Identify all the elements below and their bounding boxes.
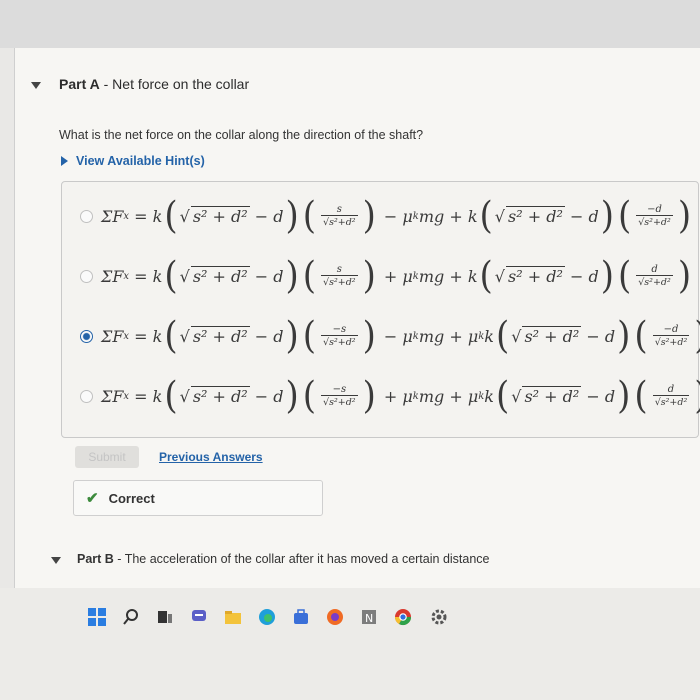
part-b-label: Part B (77, 552, 114, 566)
view-hints-link[interactable]: View Available Hint(s) (61, 154, 205, 168)
search-icon[interactable] (120, 606, 142, 628)
firefox-icon[interactable] (324, 606, 346, 628)
feedback-status: Correct (108, 490, 155, 506)
part-b-title: The acceleration of the collar after it … (124, 552, 490, 566)
option-3[interactable]: ΣF x = k (√ s² + d² − d) (−s √s²+d²) − μ k mg… (80, 310, 700, 362)
option-2[interactable]: ΣF x = k (√ s² + d² − d) (s √s²+d²) + μ k mg … (80, 250, 692, 302)
answer-options: ΣF x = k (√ s² + d² − d) (s √s²+d²) − μ k mg … (61, 181, 700, 438)
chrome-icon[interactable] (392, 606, 414, 628)
option-1[interactable]: ΣF x = k (√ s² + d² − d) (s √s²+d²) − μ k mg … (80, 190, 692, 242)
part-a-header[interactable]: Part A - Net force on the collar (59, 76, 249, 92)
option-1-formula: ΣF x = k (√ s² + d² − d) (s √s²+d²) − μ k mg … (101, 194, 692, 238)
hint-label: View Available Hint(s) (76, 154, 205, 168)
notepad-icon[interactable]: N (358, 606, 380, 628)
option-2-formula: ΣF x = k (√ s² + d² − d) (s √s²+d²) + μ k mg … (101, 254, 692, 298)
option-1-radio[interactable] (80, 209, 93, 223)
checkmark-icon: ✔ (86, 490, 99, 507)
settings-icon[interactable] (428, 606, 450, 628)
part-a-label: Part A (59, 76, 100, 92)
taskbar: N (0, 588, 700, 700)
question-text: What is the net force on the collar alon… (59, 128, 424, 142)
collapse-part-a-icon[interactable] (31, 82, 41, 89)
feedback-box: ✔ Correct (73, 480, 323, 516)
submit-button[interactable]: Submit (75, 446, 139, 468)
window-top-strip (0, 0, 700, 48)
edge-icon[interactable] (256, 606, 278, 628)
option-4-formula: ΣF x = k (√ s² + d² − d) (−s √s²+d²) + μ k mg… (101, 374, 700, 418)
option-4[interactable]: ΣF x = k (√ s² + d² − d) (−s √s²+d²) + μ k mg… (80, 370, 700, 422)
store-icon[interactable] (290, 606, 312, 628)
option-4-radio[interactable] (80, 389, 93, 403)
content-panel: Part A - Net force on the collar What is… (14, 48, 700, 588)
expand-hint-icon (61, 156, 68, 166)
answer-actions: Submit Previous Answers (75, 446, 263, 468)
windows-start-icon[interactable] (86, 606, 108, 628)
file-explorer-icon[interactable] (222, 606, 244, 628)
chat-icon[interactable] (188, 606, 210, 628)
part-a-title: Net force on the collar (112, 76, 250, 92)
collapse-part-b-icon[interactable] (51, 557, 61, 564)
option-2-radio[interactable] (80, 269, 93, 283)
task-view-icon[interactable] (154, 606, 176, 628)
previous-answers-link[interactable]: Previous Answers (159, 450, 263, 464)
svg-text:N: N (365, 612, 373, 625)
option-3-radio[interactable] (80, 329, 93, 343)
option-3-formula: ΣF x = k (√ s² + d² − d) (−s √s²+d²) − μ k mg… (101, 314, 700, 358)
part-b-header[interactable]: Part B - The acceleration of the collar … (77, 552, 490, 566)
